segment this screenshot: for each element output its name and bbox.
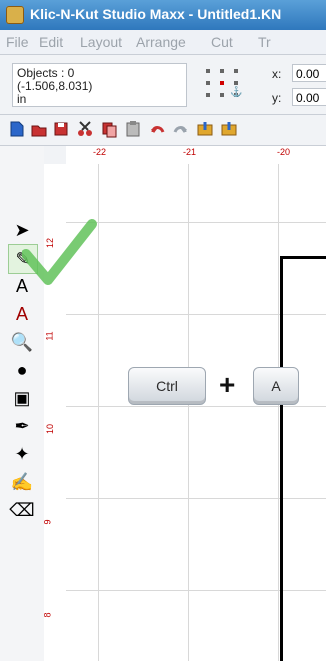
grid-line	[278, 164, 279, 661]
menu-layout[interactable]: Layout	[80, 34, 122, 50]
image-icon: ▣	[13, 387, 31, 408]
anchor-dot[interactable]	[220, 69, 224, 73]
ruler-corner[interactable]	[44, 146, 67, 165]
menu-tr[interactable]: Tr	[258, 34, 271, 50]
zoom-icon: 🔍	[10, 331, 34, 352]
text-effects-icon: A	[15, 303, 28, 324]
y-input[interactable]: 0.00	[292, 88, 326, 106]
ruler-label: 11	[44, 331, 55, 341]
horizontal-ruler[interactable]: -22 -21 -20	[66, 146, 326, 165]
grid-line	[66, 314, 326, 315]
menu-arrange[interactable]: Arrange	[136, 34, 186, 50]
new-icon[interactable]	[8, 120, 26, 138]
shape-tool[interactable]: ●	[8, 356, 36, 384]
grid-line	[66, 498, 326, 499]
canvas-area[interactable]	[66, 164, 326, 661]
x-input[interactable]: 0.00	[292, 64, 326, 82]
units-label: in	[17, 92, 27, 106]
y-label: y:	[272, 91, 282, 105]
x-label: x:	[272, 67, 282, 81]
anchor-dot[interactable]	[234, 81, 238, 85]
anchor-dot[interactable]	[220, 93, 224, 97]
freehand-icon: ✍	[10, 471, 34, 492]
app-icon[interactable]	[6, 6, 24, 24]
anchor-dot[interactable]	[206, 81, 210, 85]
grid-line	[66, 406, 326, 407]
open-icon[interactable]	[30, 120, 48, 138]
grid-line	[98, 164, 99, 661]
property-bar: Objects : 0 (-1.506,8.031) in ⚓ x: 0.00 …	[0, 55, 326, 115]
copy-icon[interactable]	[100, 120, 118, 138]
export-icon[interactable]	[220, 120, 238, 138]
ruler-label: 9	[42, 519, 53, 525]
redo-icon[interactable]	[172, 120, 190, 138]
freehand-tool[interactable]: ✍	[8, 468, 36, 496]
object-info-panel: Objects : 0 (-1.506,8.031) in	[12, 63, 187, 107]
anchor-dot[interactable]	[206, 93, 210, 97]
ruler-label: -21	[183, 147, 197, 157]
eraser-icon: ⌫	[9, 499, 35, 520]
pen-tool[interactable]: ✒	[8, 412, 36, 440]
menu-bar: File Edit Layout Arrange Cut Tr	[0, 30, 326, 55]
menu-cut[interactable]: Cut	[211, 34, 233, 50]
fill-tool[interactable]: ✦	[8, 440, 36, 468]
fill-icon: ✦	[14, 443, 30, 464]
zoom-tool[interactable]: 🔍	[8, 328, 36, 356]
anchor-dot[interactable]	[234, 69, 238, 73]
import-icon[interactable]	[196, 120, 214, 138]
a-key: A	[253, 367, 299, 405]
grid-line	[188, 164, 189, 661]
mat-border-top	[280, 256, 326, 259]
mat-border-left	[280, 256, 283, 661]
anchor-dot[interactable]	[206, 69, 210, 73]
plus-sign: +	[219, 369, 236, 400]
ruler-label: -20	[277, 147, 291, 157]
menu-file[interactable]: File	[6, 34, 29, 50]
anchor-dot-selected[interactable]	[220, 81, 224, 85]
eraser-tool[interactable]: ⌫	[8, 496, 36, 524]
ruler-label: -22	[93, 147, 107, 157]
main-toolbar	[0, 115, 326, 146]
checkmark-icon	[22, 219, 97, 285]
paste-icon[interactable]	[124, 120, 142, 138]
grid-line	[66, 222, 326, 223]
cut-icon[interactable]	[76, 120, 94, 138]
anchor-point-grid[interactable]: ⚓	[202, 65, 246, 103]
shape-icon: ●	[16, 359, 28, 380]
title-bar: Klic-N-Kut Studio Maxx - Untitled1.KN	[0, 0, 326, 30]
ctrl-key: Ctrl	[128, 367, 206, 405]
menu-edit[interactable]: Edit	[39, 34, 63, 50]
grid-line	[66, 590, 326, 591]
save-icon[interactable]	[52, 120, 70, 138]
window-title: Klic-N-Kut Studio Maxx - Untitled1.KN	[30, 6, 282, 22]
ruler-label: 8	[42, 612, 53, 618]
anchor-icon: ⚓	[230, 87, 243, 98]
pen-icon: ✒	[14, 415, 30, 436]
cursor-coords: (-1.506,8.031)	[17, 79, 93, 93]
image-tool[interactable]: ▣	[8, 384, 36, 412]
undo-icon[interactable]	[148, 120, 166, 138]
text-effects-tool[interactable]: A	[8, 300, 36, 328]
ruler-label: 10	[45, 423, 56, 435]
